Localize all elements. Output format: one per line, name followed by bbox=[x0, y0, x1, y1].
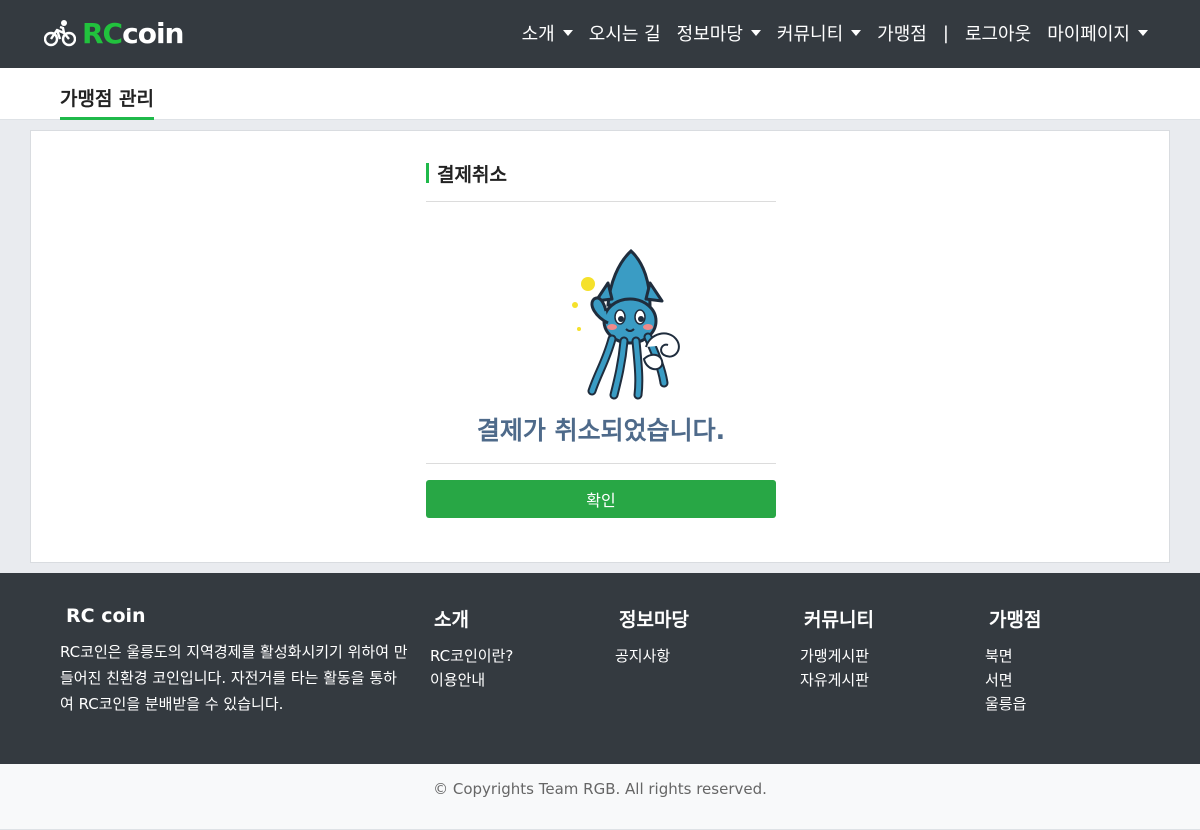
copyright-bar: © Copyrights Team RGB. All rights reserv… bbox=[0, 764, 1200, 830]
footer-link[interactable]: RC코인이란? bbox=[430, 644, 513, 668]
nav-item-intro[interactable]: 소개 bbox=[522, 20, 573, 46]
confirm-button[interactable]: 확인 bbox=[426, 480, 776, 518]
footer-link[interactable]: 공지사항 bbox=[615, 644, 689, 668]
panel-title-text: 결제취소 bbox=[437, 163, 507, 186]
tab-store-management[interactable]: 가맹점 관리 bbox=[60, 84, 155, 120]
copyright-text: © Copyrights Team RGB. All rights reserv… bbox=[433, 780, 767, 798]
footer-col-community: 커뮤니티 가맹게시판 자유게시판 bbox=[800, 605, 874, 692]
title-accent-bar bbox=[426, 163, 429, 183]
footer-link[interactable]: 자유게시판 bbox=[800, 668, 874, 692]
footer-link[interactable]: 북면 bbox=[985, 644, 1041, 668]
footer-link-list: 북면 서면 울릉읍 bbox=[985, 644, 1041, 716]
divider bbox=[426, 201, 776, 202]
nav-item-mypage[interactable]: 마이페이지 bbox=[1047, 20, 1148, 46]
sub-header: 가맹점 관리 bbox=[0, 68, 1200, 120]
nav-item-label: 오시는 길 bbox=[588, 24, 661, 45]
divider bbox=[426, 463, 776, 464]
footer-about-title: RC coin bbox=[66, 605, 146, 627]
footer: RC coin RC코인은 울릉도의 지역경제를 활성화시키기 위하여 만들어진… bbox=[0, 573, 1200, 764]
nav-item-directions[interactable]: 오시는 길 bbox=[589, 20, 661, 46]
nav-item-label: 커뮤니티 bbox=[776, 24, 844, 45]
caret-down-icon bbox=[562, 30, 573, 36]
footer-link[interactable]: 서면 bbox=[985, 668, 1041, 692]
nav-item-stores[interactable]: 가맹점 bbox=[877, 20, 927, 46]
caret-down-icon bbox=[1138, 30, 1148, 36]
top-navbar: RCcoin 소개 오시는 길 정보마당 커뮤니티 가맹점 | 로그아웃 마이페… bbox=[0, 0, 1200, 68]
footer-link[interactable]: 울릉읍 bbox=[985, 692, 1041, 716]
footer-col-title: 정보마당 bbox=[619, 609, 689, 631]
footer-link[interactable]: 가맹게시판 bbox=[800, 644, 874, 668]
footer-col-stores: 가맹점 북면 서면 울릉읍 bbox=[985, 605, 1041, 716]
footer-link-list: 공지사항 bbox=[615, 644, 689, 668]
footer-col-title: 소개 bbox=[434, 609, 469, 631]
footer-col-info: 정보마당 공지사항 bbox=[615, 605, 689, 668]
footer-col-title: 커뮤니티 bbox=[804, 609, 874, 631]
nav-item-community[interactable]: 커뮤니티 bbox=[776, 20, 862, 46]
bicycle-icon bbox=[44, 20, 76, 47]
nav-item-label: 소개 bbox=[521, 24, 555, 45]
cancel-message: 결제가 취소되었습니다. bbox=[476, 416, 726, 445]
footer-link-list: 가맹게시판 자유게시판 bbox=[800, 644, 874, 692]
footer-about: RC coin RC코인은 울릉도의 지역경제를 활성화시키기 위하여 만들어진… bbox=[60, 605, 410, 717]
caret-down-icon bbox=[750, 30, 761, 36]
footer-col-title: 가맹점 bbox=[989, 609, 1042, 631]
nav-item-logout[interactable]: 로그아웃 bbox=[965, 20, 1031, 46]
footer-link-list: RC코인이란? 이용안내 bbox=[430, 644, 513, 692]
nav-item-label: 정보마당 bbox=[676, 24, 743, 45]
brand-rc: RC bbox=[82, 16, 123, 50]
content-card: 결제취소 결제가 취소되었습니다. 확인 bbox=[30, 130, 1170, 563]
nav-item-label: 로그아웃 bbox=[964, 24, 1032, 45]
caret-down-icon bbox=[851, 30, 862, 36]
brand-logo[interactable]: RCcoin bbox=[44, 16, 184, 50]
brand-name: RCcoin bbox=[82, 16, 184, 50]
squid-mascot bbox=[572, 248, 680, 400]
footer-about-description: RC코인은 울릉도의 지역경제를 활성화시키기 위하여 만들어진 친환경 코인입… bbox=[60, 643, 408, 713]
nav-separator: | bbox=[942, 22, 949, 44]
nav-item-info[interactable]: 정보마당 bbox=[677, 20, 761, 46]
panel-title: 결제취소 bbox=[426, 161, 507, 186]
main-nav: 소개 오시는 길 정보마당 커뮤니티 가맹점 | 로그아웃 마이페이지 bbox=[506, 20, 1148, 46]
nav-item-label: 가맹점 bbox=[877, 24, 927, 45]
nav-item-label: 마이페이지 bbox=[1047, 24, 1130, 45]
footer-link[interactable]: 이용안내 bbox=[430, 668, 513, 692]
brand-coin: coin bbox=[122, 16, 184, 50]
footer-col-intro: 소개 RC코인이란? 이용안내 bbox=[430, 605, 513, 692]
